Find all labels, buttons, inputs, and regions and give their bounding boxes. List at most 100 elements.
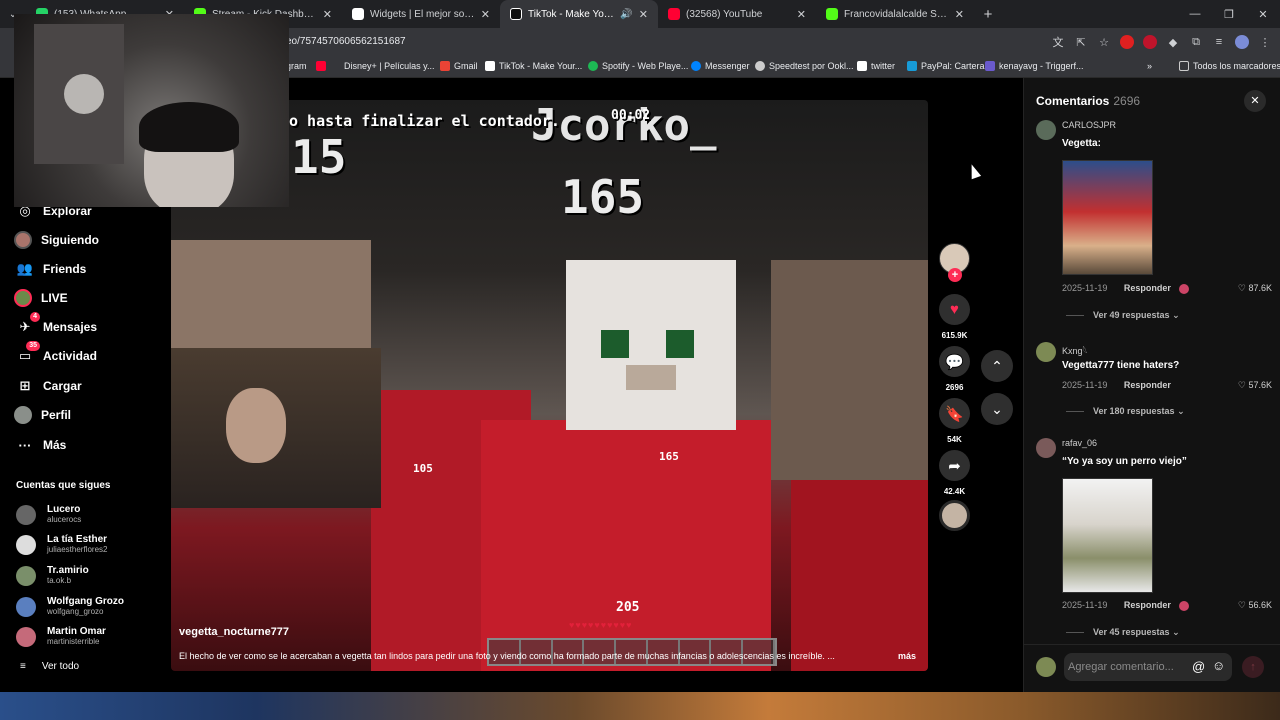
nav-following[interactable]: Siguiendo [14,231,99,249]
video-scene [791,480,928,671]
comment-likes[interactable]: ♡ 87.6K [1238,283,1272,294]
close-icon[interactable]: ✕ [481,8,490,21]
bookmark-speedtest[interactable]: Speedtest por Ookl... [755,61,854,71]
next-video-chevron-down-icon[interactable]: ⌄ [981,393,1013,425]
menu-dots-icon[interactable]: ⋮ [1258,36,1272,49]
bookmark-icon[interactable]: 🔖 [939,398,970,429]
tab-youtube[interactable]: (32568) YouTube ✕ [658,0,816,28]
comment-likes[interactable]: ♡ 57.6K [1238,380,1272,391]
comment-icon[interactable]: 💬 [939,346,970,377]
nav-upload[interactable]: ⊞ Cargar [16,377,82,395]
following-account[interactable]: Wolfgang Grozo wolfgang_grozo [16,596,124,617]
comment-user[interactable]: rafav_06 [1062,438,1097,448]
bookmark-tiktok[interactable]: TikTok - Make Your... [485,61,582,71]
following-account[interactable]: La tía Esther juliaestherflores2 [16,534,107,555]
bookmark-label: Gmail [454,61,478,71]
avatar[interactable] [1036,120,1056,140]
reply-button[interactable]: Responder [1124,600,1171,610]
following-account[interactable]: Martin Omar martinisterrible [16,626,106,647]
like-heart-icon[interactable]: ♥ [939,294,970,325]
speaker-icon[interactable]: 🔊 [620,9,632,20]
window-close-icon[interactable]: ✕ [1246,8,1280,21]
minimize-icon[interactable]: — [1178,8,1212,21]
reply-button[interactable]: Responder [1124,380,1171,390]
messenger-icon [691,61,701,71]
player-tag: 105 [413,462,433,475]
video-scene [626,365,676,390]
previous-video-chevron-up-icon[interactable]: ⌃ [981,350,1013,382]
comment-image[interactable] [1062,160,1153,275]
nav-live[interactable]: LIVE [14,289,68,307]
share-icon[interactable]: ➦ [939,450,970,481]
all-bookmarks[interactable]: Todos los marcadores [1179,61,1280,71]
comment-user[interactable]: CARLOSJPR [1062,120,1116,130]
close-icon[interactable]: ✕ [323,8,332,21]
music-disc-icon[interactable] [939,500,970,531]
emoji-icon[interactable]: ☺ [1212,658,1225,673]
streamer-inset [171,348,381,508]
comment-user[interactable]: Kxng𓆩 [1062,342,1088,357]
profile-avatar-icon[interactable] [1235,35,1249,49]
comments-title-label: Comentarios [1036,94,1110,108]
comment-input[interactable] [1064,653,1232,681]
nav-messages[interactable]: ✈ 4 Mensajes [16,312,97,336]
url-field[interactable]: eo/7574570606562151687 [286,36,406,47]
avatar[interactable] [1036,438,1056,458]
bookmark-messenger[interactable]: Messenger [691,61,750,71]
media-icon[interactable]: ≡ [1212,36,1226,48]
bookmark-star-icon[interactable]: ☆ [1097,36,1111,49]
following-heading: Cuentas que sigues [16,480,111,491]
bookmark-instagram[interactable]: gram [286,61,307,71]
list-icon: ≡ [20,661,26,672]
close-icon[interactable]: ✕ [797,8,806,21]
tab-kick-stream[interactable]: Francovidalalcalde Stream - Wa ✕ [816,0,974,28]
bookmark-kenaya[interactable]: kenayavg - Triggerf... [985,61,1084,71]
bookmark-gmail[interactable]: Gmail [440,61,478,71]
new-tab-icon[interactable]: + [974,6,1002,23]
mention-at-icon[interactable]: @ [1192,659,1205,674]
reply-button[interactable]: Responder [1124,283,1171,293]
nav-label: Friends [43,262,87,276]
bookmark-spotify[interactable]: Spotify - Web Playe... [588,61,688,71]
bookmark-disney[interactable]: Disney+ | Películas y... [316,61,434,71]
more-link[interactable]: más [898,651,916,661]
following-account[interactable]: Tr.amirio ta.ok.b [16,565,89,586]
extension-diamond-icon[interactable]: ◆ [1166,36,1180,49]
nav-profile[interactable]: Perfil [14,406,71,424]
see-all-link[interactable]: ≡ Ver todo [20,661,79,672]
adblock-icon[interactable] [1120,35,1134,49]
more-icon: ··· [18,437,32,453]
extension-red-icon[interactable] [1143,35,1157,49]
video-username[interactable]: vegetta_nocturne777 [179,626,289,638]
restore-icon[interactable]: ❐ [1212,8,1246,21]
hearts-bar: ♥♥♥♥♥♥♥♥♥♥ [569,620,633,630]
follow-plus-icon[interactable]: + [948,268,962,282]
translate-icon[interactable]: 文 [1051,34,1065,50]
avatar[interactable] [1036,342,1056,362]
nav-activity[interactable]: ▭ 35 Actividad [16,341,97,365]
close-icon[interactable]: ✕ [955,8,964,21]
video-scene [481,420,771,671]
install-icon[interactable]: ⇱ [1074,36,1088,49]
following-account[interactable]: Lucero alucerocs [16,504,81,525]
bookmarks-overflow-icon[interactable]: » [1147,61,1152,71]
view-replies-button[interactable]: Ver 45 respuestas ⌄ [1066,627,1180,638]
comment-likes[interactable]: ♡ 56.6K [1238,600,1272,611]
nav-more[interactable]: ··· Más [16,436,67,454]
tab-tiktok[interactable]: TikTok - Make Your Day 🔊 ✕ [500,0,658,28]
nav-friends[interactable]: 👥 Friends [16,260,86,278]
view-replies-button[interactable]: Ver 180 respuestas ⌄ [1066,406,1185,417]
bookmark-twitter[interactable]: twitter [857,61,895,71]
comment-date: 2025-11-19 [1062,283,1108,293]
send-arrow-icon[interactable]: ↑ [1242,656,1264,678]
hp-counter: 205 [616,600,640,615]
paypal-icon [907,61,917,71]
view-replies-button[interactable]: Ver 49 respuestas ⌄ [1066,310,1180,321]
tab-widgets[interactable]: Widgets | El mejor software pa ✕ [342,0,500,28]
close-icon[interactable]: ✕ [1244,90,1266,112]
comment-image[interactable] [1062,478,1153,593]
extensions-icon[interactable]: ⧉ [1189,36,1203,49]
close-icon[interactable]: ✕ [639,8,648,21]
comment-composer: @ ☺ ↑ [1024,644,1280,692]
bookmark-paypal[interactable]: PayPal: Cartera [907,61,985,71]
